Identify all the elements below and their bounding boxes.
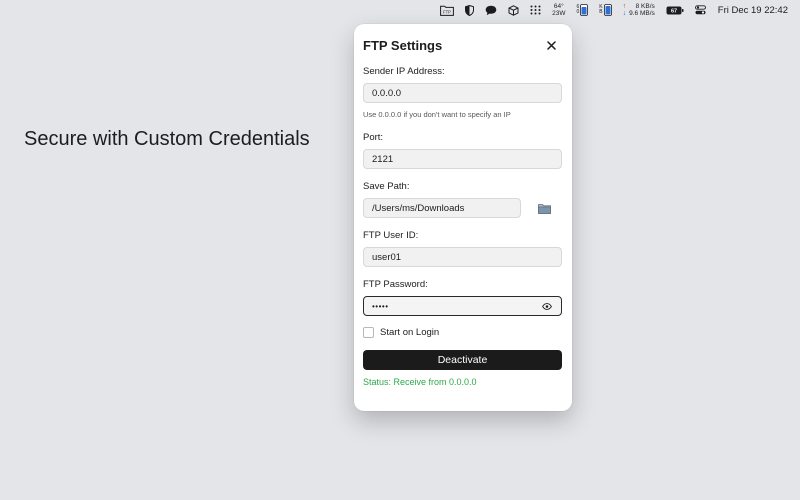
weather-widget[interactable]: 64° 23W — [552, 0, 565, 20]
password-label: FTP Password: — [363, 279, 428, 290]
desktop: FTP 64° 23W 6 0 K B ↑ ↓ 8 KB/s 9.6 MB/s … — [0, 0, 800, 500]
folder-icon[interactable] — [537, 201, 551, 215]
disk-gauge-icon — [603, 4, 612, 16]
control-center-icon[interactable] — [694, 0, 706, 20]
download-rate: 9.6 MB/s — [629, 10, 655, 17]
battery-icon[interactable]: 67 — [666, 0, 684, 20]
password-field[interactable]: ••••• — [363, 296, 562, 316]
disk-mini-label-2: B — [599, 9, 603, 15]
box-icon[interactable] — [508, 0, 519, 20]
memory-mini-label-2: 0 — [576, 9, 580, 15]
sender-ip-label: Sender IP Address: — [363, 66, 445, 77]
start-on-login-row[interactable]: Start on Login — [363, 327, 439, 338]
eye-icon[interactable] — [541, 301, 553, 311]
sender-ip-input[interactable] — [372, 87, 553, 99]
sender-ip-field[interactable] — [363, 83, 562, 103]
weather-wind: 23W — [552, 10, 566, 17]
port-field[interactable] — [363, 149, 562, 169]
port-label: Port: — [363, 132, 384, 143]
start-on-login-checkbox[interactable] — [363, 327, 374, 338]
disk-monitor[interactable]: K B — [599, 0, 612, 20]
ftp-folder-icon[interactable]: FTP — [440, 0, 455, 20]
save-path-input[interactable] — [372, 202, 512, 214]
upload-rate: 8 KB/s — [635, 3, 655, 10]
download-arrow-icon: ↓ — [622, 10, 627, 17]
memory-monitor[interactable]: 6 0 — [576, 0, 589, 20]
ftp-settings-dialog: FTP Settings Sender IP Address: Use 0.0.… — [354, 24, 572, 411]
user-id-label: FTP User ID: — [363, 230, 419, 241]
port-input[interactable] — [372, 153, 553, 165]
close-icon[interactable] — [544, 38, 558, 52]
dialog-header: FTP Settings — [363, 37, 558, 53]
dialog-title: FTP Settings — [363, 37, 443, 53]
shield-icon[interactable] — [465, 0, 475, 20]
start-on-login-label: Start on Login — [380, 327, 440, 338]
page-headline: Secure with Custom Credentials — [24, 128, 310, 150]
menu-bar: FTP 64° 23W 6 0 K B ↑ ↓ 8 KB/s 9.6 MB/s … — [0, 0, 800, 20]
password-input[interactable]: ••••• — [372, 302, 541, 311]
battery-percent: 67 — [671, 8, 677, 14]
memory-gauge-icon — [580, 4, 589, 16]
deactivate-button[interactable]: Deactivate — [363, 350, 562, 370]
status-text: Status: Receive from 0.0.0.0 — [363, 377, 477, 387]
weather-temp: 64° — [553, 3, 564, 10]
sender-ip-hint: Use 0.0.0.0 if you don't want to specify… — [363, 110, 511, 119]
grid-dots-icon[interactable] — [530, 0, 541, 20]
save-path-label: Save Path: — [363, 181, 410, 192]
network-monitor[interactable]: ↑ ↓ 8 KB/s 9.6 MB/s — [623, 0, 655, 20]
save-path-field[interactable] — [363, 198, 521, 218]
upload-arrow-icon: ↑ — [622, 3, 627, 10]
menu-clock[interactable]: Fri Dec 19 22:42 — [718, 5, 788, 16]
user-id-field[interactable] — [363, 247, 562, 267]
ftp-badge: FTP — [443, 9, 451, 14]
user-id-input[interactable] — [372, 251, 553, 263]
chat-bubble-icon[interactable] — [485, 0, 497, 20]
